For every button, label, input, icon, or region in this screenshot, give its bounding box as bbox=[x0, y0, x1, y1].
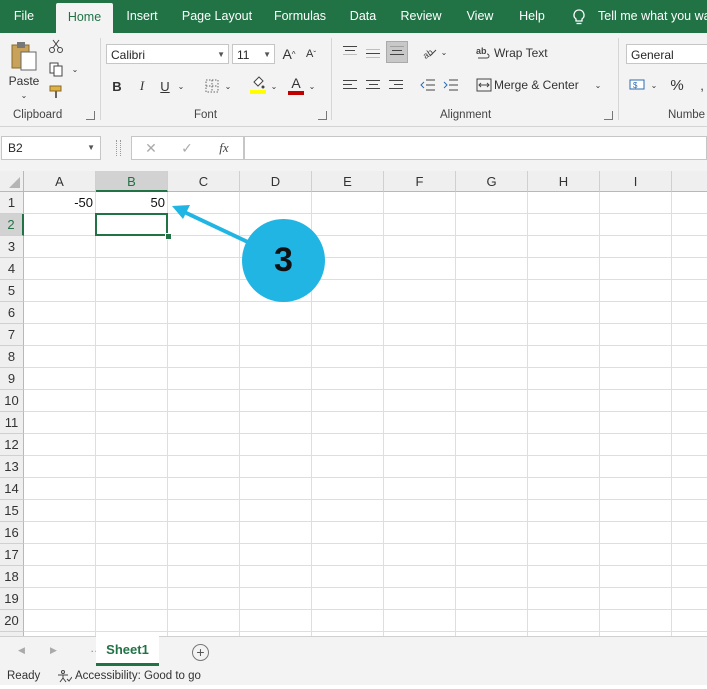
accessibility-status[interactable]: Accessibility: Good to go bbox=[75, 667, 201, 685]
add-sheet-icon[interactable]: + bbox=[192, 644, 209, 661]
accessibility-icon[interactable] bbox=[56, 669, 73, 689]
callout-arrow bbox=[172, 205, 253, 246]
sheet-tab-sheet1[interactable]: Sheet1 bbox=[96, 636, 159, 666]
next-sheet-icon[interactable]: ▶ bbox=[50, 645, 57, 656]
status-bar: Ready Accessibility: Good to go bbox=[0, 667, 707, 685]
status-mode: Ready bbox=[7, 670, 41, 682]
step-callout-badge: 3 bbox=[242, 219, 325, 302]
prev-sheet-icon[interactable]: ◀ bbox=[18, 645, 25, 656]
